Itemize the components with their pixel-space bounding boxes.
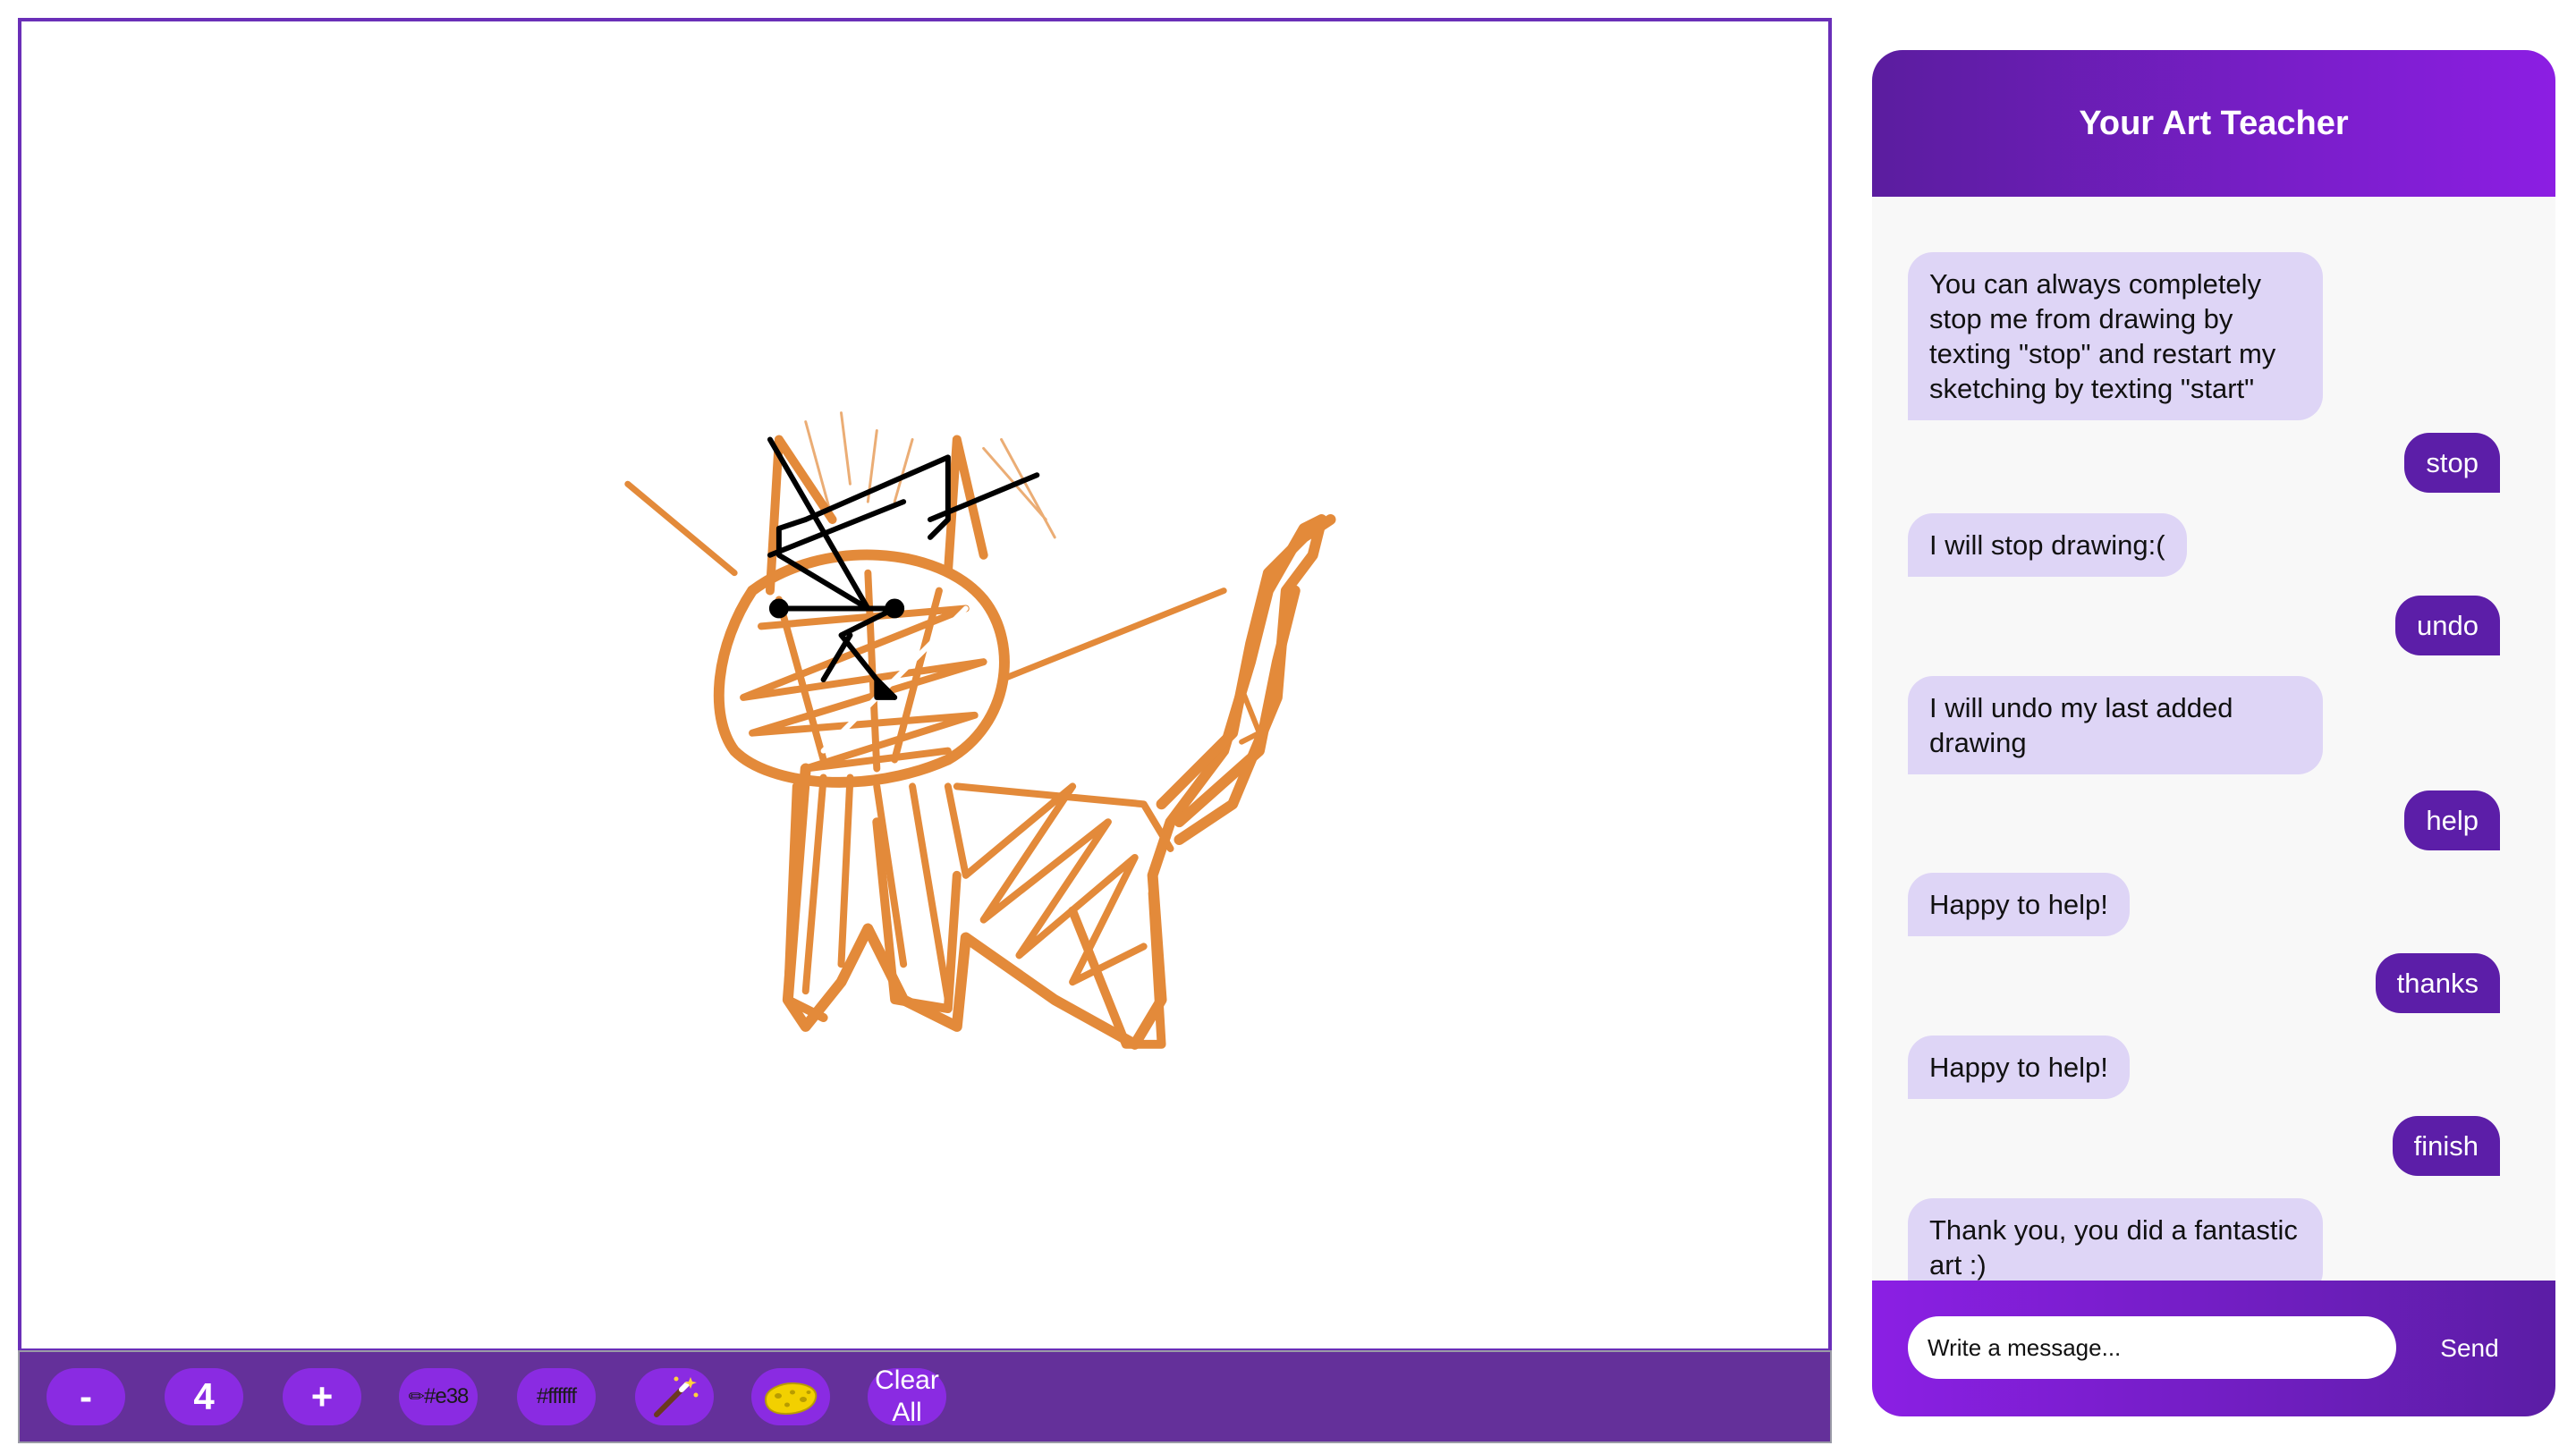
user-message: undo	[2395, 596, 2500, 655]
bot-message: I will stop drawing:(	[1908, 513, 2187, 577]
clear-all-line1: Clear	[875, 1365, 939, 1395]
chat-title: Your Art Teacher	[2079, 104, 2349, 142]
stroke-color-button[interactable]: ✏ #e38	[399, 1368, 478, 1425]
drawing-canvas[interactable]	[18, 18, 1832, 1352]
user-message: thanks	[2375, 953, 2500, 1013]
cat-sketch	[624, 411, 1336, 1050]
pencil-icon: ✏	[408, 1385, 425, 1408]
fill-color-label: #ffffff	[536, 1384, 577, 1408]
send-button[interactable]: Send	[2414, 1322, 2525, 1375]
bot-message: I will undo my last added drawing	[1908, 676, 2323, 774]
chat-panel: Your Art Teacher You can always complete…	[1872, 50, 2555, 1416]
user-message: finish	[2392, 1116, 2500, 1176]
bot-message: Happy to help!	[1908, 873, 2130, 936]
magic-wand-icon	[654, 1376, 699, 1417]
clear-all-button[interactable]: Clear All	[868, 1365, 946, 1427]
chat-header: Your Art Teacher	[1872, 50, 2555, 197]
user-message: stop	[2404, 433, 2500, 493]
magic-wand-button[interactable]	[635, 1368, 714, 1425]
bot-message: Happy to help!	[1908, 1036, 2130, 1099]
eraser-button[interactable]	[751, 1368, 830, 1425]
increase-size-button[interactable]: +	[283, 1368, 361, 1425]
sponge-icon	[764, 1382, 818, 1416]
fill-color-button[interactable]: #ffffff	[517, 1368, 596, 1425]
message-list: You can always completely stop me from d…	[1872, 197, 2555, 1331]
chat-footer: Send	[1872, 1281, 2555, 1416]
stroke-color-label: #e38	[424, 1384, 469, 1408]
drawing-toolbar: - 4 + ✏ #e38 #ffffff Clear All	[18, 1350, 1832, 1443]
app-root: - 4 + ✏ #e38 #ffffff Clear All Your Art …	[0, 0, 2576, 1454]
decrease-size-button[interactable]: -	[47, 1368, 125, 1425]
message-input[interactable]	[1908, 1316, 2396, 1379]
user-message: help	[2404, 790, 2500, 850]
bot-message: You can always completely stop me from d…	[1908, 252, 2323, 420]
brush-size-display: 4	[165, 1368, 243, 1425]
clear-all-line2: All	[892, 1398, 922, 1427]
